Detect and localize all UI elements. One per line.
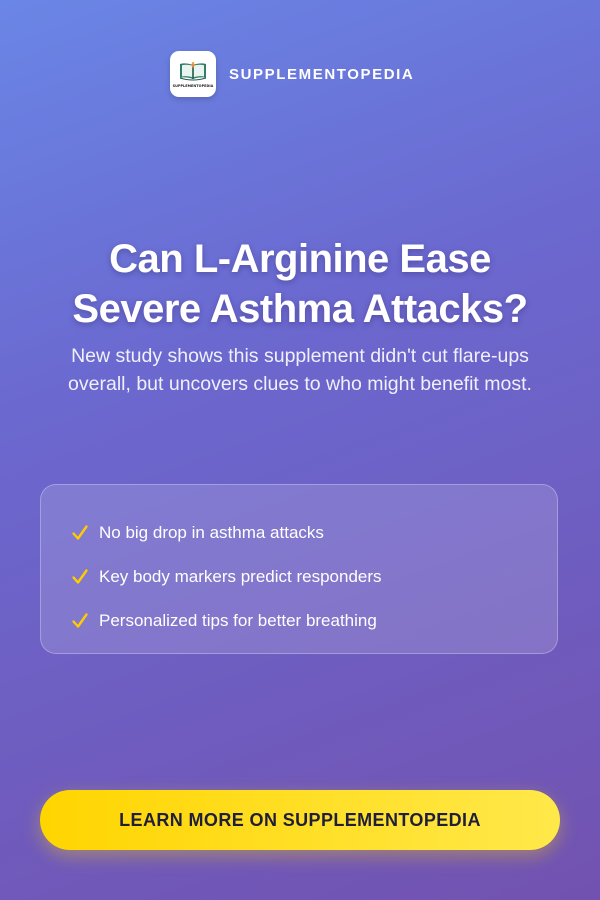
check-icon xyxy=(72,569,88,584)
subheadline: New study shows this supplement didn't c… xyxy=(68,345,532,395)
open-book-icon xyxy=(179,61,207,80)
brand-logo: SUPPLEMENTOPEDIA xyxy=(170,51,216,97)
brand-name: SUPPLEMENTOPEDIA xyxy=(229,65,415,83)
headline-line-2: Severe Asthma Attacks? xyxy=(72,287,528,331)
logo-wordmark: SUPPLEMENTOPEDIA xyxy=(172,83,214,88)
check-icon xyxy=(72,525,88,540)
headline-line-1: Can L-Arginine Ease xyxy=(109,237,491,281)
learn-more-button[interactable]: LEARN MORE ON SUPPLEMENTOPEDIA xyxy=(40,790,560,850)
ad-page: SUPPLEMENTOPEDIA SUPPLEMENTOPEDIA Can L-… xyxy=(0,0,600,900)
headline: Can L-Arginine Ease Severe Asthma Attack… xyxy=(0,234,600,334)
benefits-card: No big drop in asthma attacks Key body m… xyxy=(40,484,558,654)
benefit-text: Personalized tips for better breathing xyxy=(99,611,377,630)
benefit-text: Key body markers predict responders xyxy=(99,567,382,586)
brand-header: SUPPLEMENTOPEDIA SUPPLEMENTOPEDIA xyxy=(170,50,414,98)
benefit-item: Personalized tips for better breathing xyxy=(71,599,557,643)
check-icon xyxy=(72,613,88,628)
benefit-item: Key body markers predict responders xyxy=(71,555,557,599)
benefit-item: No big drop in asthma attacks xyxy=(71,511,557,555)
benefit-text: No big drop in asthma attacks xyxy=(99,523,324,542)
